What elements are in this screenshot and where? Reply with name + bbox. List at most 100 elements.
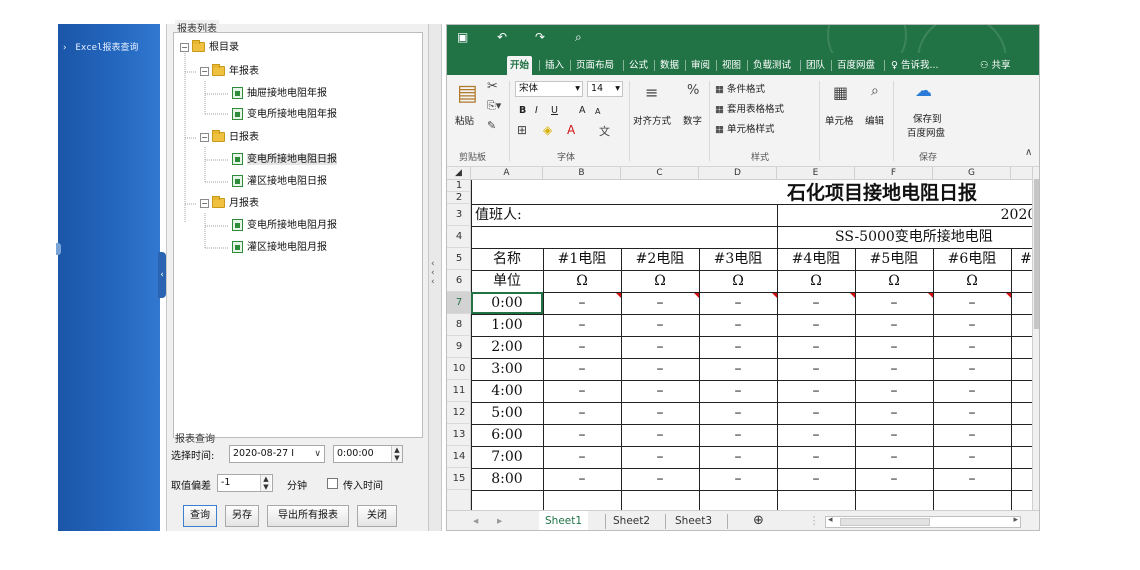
value-cell[interactable]: –: [933, 380, 1011, 402]
comment-indicator-icon[interactable]: [1006, 293, 1011, 298]
sheet-next-icon[interactable]: ▸: [491, 511, 508, 530]
report-date[interactable]: 2020/: [951, 204, 1039, 226]
bold-button[interactable]: B: [519, 105, 526, 116]
tab-view[interactable]: 视图: [719, 56, 744, 75]
tree-item-month-report-2[interactable]: 灌区接地电阻月报: [232, 239, 327, 257]
time-cell[interactable]: 2:00: [471, 336, 543, 358]
redo-icon[interactable]: ↷: [535, 30, 545, 44]
tree-item-year-report-1[interactable]: 抽屉接地电阻年报: [232, 85, 327, 103]
comment-indicator-icon[interactable]: [772, 293, 777, 298]
export-all-reports-button[interactable]: 导出所有报表: [267, 505, 349, 527]
tab-home[interactable]: 开始: [507, 56, 533, 75]
row-header-9[interactable]: 9: [447, 336, 471, 358]
panel-splitter[interactable]: ‹ ‹ ‹: [428, 24, 442, 531]
sheet-tab-1[interactable]: Sheet1: [539, 511, 589, 530]
time-cell[interactable]: 1:00: [471, 314, 543, 336]
value-cell[interactable]: –: [777, 446, 855, 468]
time-cell[interactable]: 7:00: [471, 446, 543, 468]
time-cell[interactable]: 8:00: [471, 468, 543, 490]
value-cell[interactable]: –: [621, 292, 699, 314]
column-header-a[interactable]: A: [471, 167, 543, 180]
column-header-f[interactable]: F: [855, 167, 933, 180]
save-as-button[interactable]: 另存: [225, 505, 259, 527]
tell-me-search[interactable]: ♀ 告诉我...: [888, 56, 942, 75]
split-handle-icon[interactable]: ⋮: [803, 511, 826, 530]
value-cell[interactable]: –: [699, 358, 777, 380]
baidu-netdisk-label[interactable]: 百度网盘: [907, 125, 945, 139]
column-header-d[interactable]: D: [699, 167, 777, 180]
header-r2[interactable]: #2电阻: [621, 248, 699, 270]
collapse-sidebar-handle[interactable]: ‹: [158, 252, 166, 298]
horizontal-scrollbar-thumb[interactable]: [840, 518, 930, 526]
value-cell[interactable]: –: [855, 424, 933, 446]
header-r3[interactable]: #3电阻: [699, 248, 777, 270]
value-cell[interactable]: –: [621, 358, 699, 380]
value-cell[interactable]: –: [621, 336, 699, 358]
value-cell[interactable]: –: [777, 336, 855, 358]
row-header-6[interactable]: 6: [447, 270, 471, 292]
value-cell[interactable]: –: [777, 468, 855, 490]
value-cell[interactable]: –: [933, 446, 1011, 468]
value-cell[interactable]: –: [855, 314, 933, 336]
value-cell[interactable]: –: [699, 446, 777, 468]
value-cell[interactable]: –: [699, 402, 777, 424]
value-cell[interactable]: –: [855, 402, 933, 424]
value-cell[interactable]: –: [777, 292, 855, 314]
select-all-corner[interactable]: ◢: [447, 167, 471, 180]
tree-item-year-report-2[interactable]: 变电所接地电阻年报: [232, 106, 337, 124]
value-cell[interactable]: –: [543, 468, 621, 490]
row-header-5[interactable]: 5: [447, 248, 471, 270]
font-size-select[interactable]: 14 ▾: [587, 81, 623, 97]
value-cell[interactable]: –: [543, 424, 621, 446]
format-as-table-button[interactable]: ▦ 套用表格格式: [715, 101, 784, 115]
value-cell[interactable]: –: [855, 446, 933, 468]
value-cell[interactable]: –: [543, 380, 621, 402]
unit-r3[interactable]: Ω: [699, 270, 777, 292]
section-subheader[interactable]: SS-5000变电所接地电阻: [835, 226, 993, 248]
row-header-10[interactable]: 10: [447, 358, 471, 380]
header-r5[interactable]: #5电阻: [855, 248, 933, 270]
italic-button[interactable]: I: [535, 105, 538, 116]
date-picker[interactable]: 2020-08-27 I ∨: [229, 445, 325, 463]
time-cell[interactable]: 5:00: [471, 402, 543, 424]
tree-node-year-reports[interactable]: − 年报表: [200, 63, 259, 81]
value-cell[interactable]: –: [855, 380, 933, 402]
report-title[interactable]: 石化项目接地电阻日报: [787, 180, 977, 204]
horizontal-scrollbar[interactable]: ◂ ▸: [825, 515, 1021, 528]
baidu-cloud-icon[interactable]: ☁: [915, 81, 932, 101]
paste-icon[interactable]: ▤: [457, 81, 478, 106]
undo-icon[interactable]: ↶: [497, 30, 507, 44]
value-cell[interactable]: –: [777, 424, 855, 446]
tab-baidu-netdisk[interactable]: 百度网盘: [834, 56, 878, 75]
cells-label[interactable]: 单元格: [825, 113, 854, 127]
save-icon[interactable]: ▣: [457, 30, 468, 44]
value-cell[interactable]: –: [699, 424, 777, 446]
fill-color-icon[interactable]: ◈: [543, 123, 552, 137]
tab-load-test[interactable]: 负载测试: [750, 56, 794, 75]
collapse-icon[interactable]: −: [180, 42, 189, 52]
time-cell[interactable]: 3:00: [471, 358, 543, 380]
tab-page-layout[interactable]: 页面布局: [573, 56, 617, 75]
value-cell[interactable]: –: [777, 314, 855, 336]
unit-label[interactable]: 单位: [471, 270, 543, 292]
tree-item-month-report-1[interactable]: 变电所接地电阻月报: [232, 217, 337, 235]
header-name[interactable]: 名称: [471, 248, 543, 270]
value-cell[interactable]: –: [543, 358, 621, 380]
column-header-g[interactable]: G: [933, 167, 1011, 180]
spinner-arrows-icon[interactable]: ▲ ▼: [260, 475, 271, 491]
value-cell[interactable]: –: [855, 292, 933, 314]
font-name-select[interactable]: 宋体 ▾: [515, 81, 583, 97]
value-cell[interactable]: –: [777, 402, 855, 424]
value-cell[interactable]: –: [933, 292, 1011, 314]
worksheet-grid[interactable]: 石化项目接地电阻日报 值班人: 2020/ SS-5000变电所接地电阻 名称 …: [471, 180, 1039, 510]
tree-node-month-reports[interactable]: − 月报表: [200, 195, 259, 213]
value-cell[interactable]: –: [699, 314, 777, 336]
alignment-label[interactable]: 对齐方式: [633, 113, 671, 127]
comment-indicator-icon[interactable]: [928, 293, 933, 298]
collapse-icon[interactable]: −: [200, 66, 209, 76]
grow-font-button[interactable]: A: [579, 105, 586, 116]
value-cell[interactable]: –: [621, 424, 699, 446]
time-cell[interactable]: 4:00: [471, 380, 543, 402]
value-cell[interactable]: –: [621, 402, 699, 424]
tab-data[interactable]: 数据: [657, 56, 682, 75]
